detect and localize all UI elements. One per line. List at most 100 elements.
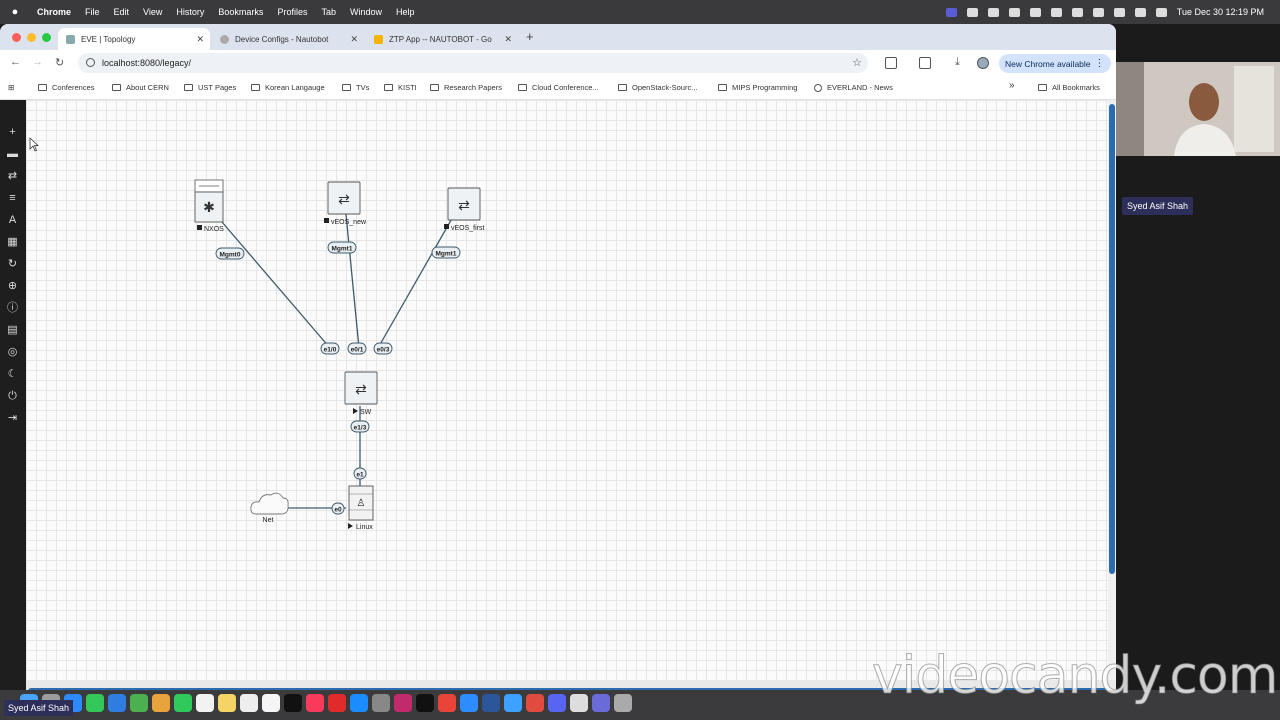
freeform-icon[interactable]	[262, 694, 280, 712]
acrobat-icon[interactable]	[526, 694, 544, 712]
zoom-icon[interactable]	[966, 7, 978, 17]
vscode-icon[interactable]	[504, 694, 522, 712]
menu-view[interactable]: View	[136, 7, 169, 17]
photos-icon[interactable]	[152, 694, 170, 712]
notes-icon[interactable]	[218, 694, 236, 712]
notes-icon[interactable]: ▤	[6, 324, 19, 337]
menu-tab[interactable]: Tab	[314, 7, 343, 17]
download-icon[interactable]: ⤓	[955, 56, 960, 69]
menu-edit[interactable]: Edit	[107, 7, 137, 17]
zoom-icon[interactable]: ⊕	[6, 280, 19, 293]
zoom-window-button[interactable]	[42, 33, 51, 42]
cast-icon[interactable]	[919, 57, 931, 69]
menu-bookmarks[interactable]: Bookmarks	[211, 7, 270, 17]
close-tab-icon[interactable]: ✕	[350, 34, 358, 45]
networks-icon[interactable]: ⇄	[6, 170, 19, 183]
news-icon[interactable]	[328, 694, 346, 712]
dark-mode-icon[interactable]: ☾	[6, 368, 19, 381]
tab-ztp-app[interactable]: ZTP App -- NAUTOBOT - Go ✕	[366, 28, 518, 50]
new-chrome-available-button[interactable]: New Chrome available ⋮	[999, 54, 1111, 73]
bookmark-ust-pages[interactable]: UST Pages	[184, 83, 236, 92]
calendar-icon[interactable]	[1008, 7, 1020, 17]
menu-file[interactable]: File	[78, 7, 107, 17]
word-icon[interactable]	[482, 694, 500, 712]
slack-icon[interactable]	[394, 694, 412, 712]
reminders-icon[interactable]	[240, 694, 258, 712]
reload-icon[interactable]: ↻	[55, 56, 64, 69]
close-window-button[interactable]	[12, 33, 21, 42]
menu-history[interactable]: History	[169, 7, 211, 17]
close-tab-icon[interactable]: ✕	[504, 34, 512, 45]
bookmark-all-bookmarks[interactable]: All Bookmarks	[1038, 83, 1100, 92]
apps-grid-icon[interactable]: ⊞	[8, 83, 14, 92]
bookmark-tvs[interactable]: TVs	[342, 83, 369, 92]
apple-tv-icon[interactable]	[284, 694, 302, 712]
node-nxos[interactable]: ✱ NXOS	[194, 179, 224, 233]
vertical-scrollbar[interactable]	[1108, 100, 1116, 680]
bookmark-everland-news[interactable]: EVERLAND - News	[814, 83, 893, 92]
forward-arrow-icon[interactable]: →	[32, 56, 43, 68]
back-arrow-icon[interactable]: ←	[10, 56, 21, 68]
minimize-window-button[interactable]	[27, 33, 36, 42]
music-icon[interactable]	[306, 694, 324, 712]
node-linux[interactable]: ♙ Linux	[348, 485, 374, 531]
bookmark-kisti[interactable]: KISTI	[384, 83, 417, 92]
address-bar[interactable]: localhost:8080/legacy/ ☆	[78, 53, 868, 73]
app-store-icon[interactable]	[350, 694, 368, 712]
text-icon[interactable]: A	[6, 214, 19, 227]
bookmark-mips-programming[interactable]: MIPS Programming	[718, 83, 797, 92]
teams-icon[interactable]	[592, 694, 610, 712]
extensions-icon[interactable]	[885, 57, 897, 69]
bookmark-openstack[interactable]: OpenStack-Sourc...	[618, 83, 697, 92]
close-tab-icon[interactable]: ✕	[196, 34, 204, 45]
bookmark-research-papers[interactable]: Research Papers	[430, 83, 502, 92]
status-icon[interactable]: ◎	[6, 346, 19, 359]
nodes-icon[interactable]: ▬	[6, 148, 19, 161]
maps-icon[interactable]	[130, 694, 148, 712]
node-sw[interactable]: ⇄ SW	[344, 371, 378, 416]
apple-icon[interactable]: ●	[0, 6, 30, 18]
bookmark-cloud-conference[interactable]: Cloud Conference...	[518, 83, 599, 92]
creative-cloud-icon[interactable]	[1029, 7, 1041, 17]
trash-icon[interactable]	[614, 694, 632, 712]
bluetooth-icon[interactable]	[1071, 7, 1083, 17]
bookmark-about-cern[interactable]: About CERN	[112, 83, 169, 92]
bookmarks-overflow-icon[interactable]: »	[1009, 80, 1015, 91]
terminal-icon[interactable]	[416, 694, 434, 712]
mail-icon[interactable]	[108, 694, 126, 712]
messages-icon[interactable]	[86, 694, 104, 712]
slack-icon[interactable]	[987, 7, 999, 17]
scroll-thumb[interactable]	[1109, 104, 1115, 574]
profile-avatar[interactable]	[977, 57, 989, 69]
refresh-icon[interactable]: ↻	[6, 258, 19, 271]
tab-eve-topology[interactable]: EVE | Topology ✕	[58, 28, 210, 50]
control-center-icon[interactable]	[1155, 7, 1167, 17]
topology-canvas[interactable]: ✱ NXOS ⇄ vEOS_new ⇄ vEOS_first ⇄ SW ♙ Li…	[26, 100, 1108, 680]
search-icon[interactable]	[1134, 7, 1146, 17]
list-icon[interactable]: ≡	[6, 192, 19, 205]
info-icon[interactable]: ⓘ	[6, 302, 19, 315]
more-menu-icon[interactable]: ⋮	[1095, 58, 1105, 69]
power-icon[interactable]: ⏻	[6, 390, 19, 403]
screen-share-icon[interactable]	[945, 7, 957, 17]
bookmark-korean-langauge[interactable]: Korean Langauge	[251, 83, 325, 92]
battery-icon[interactable]	[1092, 7, 1104, 17]
menu-window[interactable]: Window	[343, 7, 389, 17]
wifi-icon[interactable]	[1113, 7, 1125, 17]
menu-help[interactable]: Help	[389, 7, 422, 17]
bookmark-star-icon[interactable]: ☆	[852, 56, 862, 69]
node-veos-new[interactable]: ⇄ vEOS_new	[324, 181, 367, 226]
site-info-icon[interactable]	[86, 58, 95, 67]
logout-icon[interactable]: ⇥	[6, 412, 19, 425]
system-settings-icon[interactable]	[372, 694, 390, 712]
discord-icon[interactable]	[548, 694, 566, 712]
facetime-icon[interactable]	[174, 694, 192, 712]
link-nxos-sw[interactable]	[209, 207, 331, 349]
zoom-icon[interactable]	[460, 694, 478, 712]
preview-icon[interactable]	[570, 694, 588, 712]
new-tab-button[interactable]: +	[526, 29, 534, 44]
add-object-icon[interactable]: +	[6, 126, 19, 139]
menu-app-chrome[interactable]: Chrome	[30, 7, 78, 17]
node-net[interactable]: Net	[250, 492, 289, 524]
grid-icon[interactable]: ▦	[6, 236, 19, 249]
